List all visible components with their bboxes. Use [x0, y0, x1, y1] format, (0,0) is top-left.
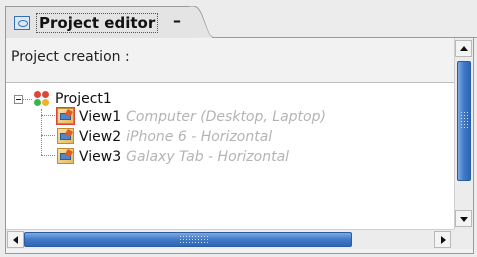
scroll-left-button[interactable]: [7, 231, 24, 248]
tree-connector: [41, 135, 55, 136]
editor-view-icon: [14, 16, 30, 30]
vertical-scroll-thumb[interactable]: [457, 61, 471, 181]
tab-project-editor[interactable]: Project editor –: [5, 6, 191, 38]
vertical-scrollbar[interactable]: [454, 38, 473, 229]
scrollbar-corner: [454, 229, 473, 249]
project-icon: [33, 90, 51, 108]
arrow-down-icon: [460, 217, 468, 222]
node-label: View2: [79, 129, 122, 145]
tree-connector: [23, 99, 32, 100]
minimize-button[interactable]: –: [173, 12, 181, 30]
tab-label: Project editor: [36, 13, 159, 33]
tab-edge: [189, 6, 213, 38]
project-editor-panel: Project creation : Project1 View1 Compute…: [5, 38, 474, 254]
node-description: Galaxy Tab - Horizontal: [126, 149, 290, 165]
scroll-up-button[interactable]: [455, 40, 472, 57]
arrow-left-icon: [13, 236, 18, 244]
scroll-right-button[interactable]: [434, 231, 451, 248]
scroll-down-button[interactable]: [455, 210, 472, 227]
view-icon: [56, 107, 75, 125]
grip-icon: [461, 112, 468, 128]
horizontal-scroll-thumb[interactable]: [24, 232, 352, 247]
node-label: View1: [79, 109, 122, 125]
grip-icon: [180, 236, 208, 243]
arrow-right-icon: [441, 236, 446, 244]
horizontal-scrollbar[interactable]: [6, 229, 454, 249]
tree-connector: [41, 115, 55, 116]
view-icon: [57, 148, 74, 164]
node-label: View3: [79, 149, 122, 165]
tree-connector: [41, 155, 55, 156]
view-icon: [57, 128, 74, 144]
project-tree: Project1 View1 Computer (Desktop, Laptop)…: [6, 83, 454, 229]
node-description: Computer (Desktop, Laptop): [126, 109, 326, 125]
editor-tab-strip: Project editor –: [0, 0, 477, 38]
panel-title: Project creation :: [11, 49, 130, 65]
collapse-toggle[interactable]: [14, 95, 23, 104]
node-description: iPhone 6 - Horizontal: [126, 129, 273, 145]
panel-header: Project creation :: [6, 38, 454, 82]
arrow-up-icon: [460, 46, 468, 51]
